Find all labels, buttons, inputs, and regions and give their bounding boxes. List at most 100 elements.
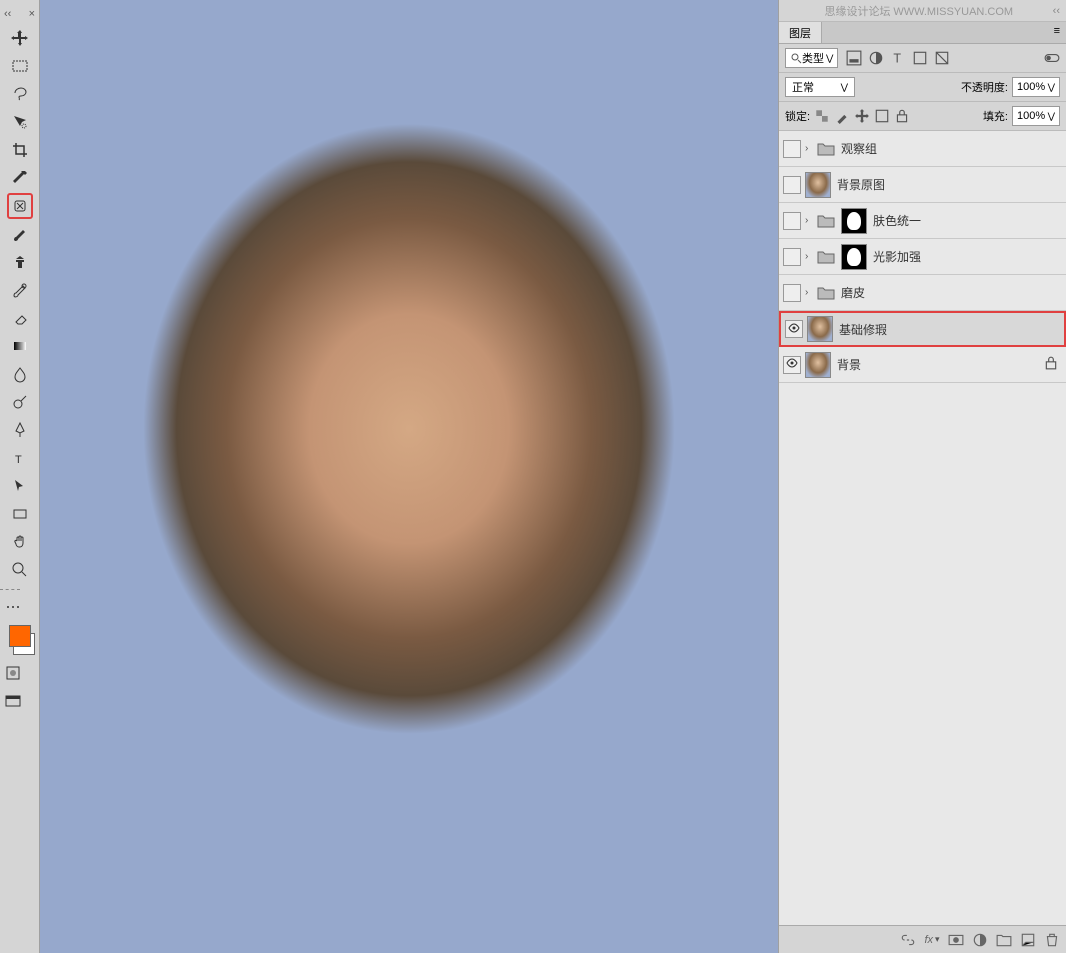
- brush-tool[interactable]: [7, 221, 33, 247]
- layer-name[interactable]: 基础修瑕: [839, 321, 1060, 338]
- tab-layers[interactable]: 图层: [779, 22, 822, 43]
- visibility-toggle[interactable]: [783, 212, 801, 230]
- lock-position-icon[interactable]: [854, 108, 870, 124]
- layer-row[interactable]: › 肤色统一: [779, 203, 1066, 239]
- folder-icon: [817, 214, 835, 228]
- layer-row[interactable]: › 磨皮: [779, 275, 1066, 311]
- new-layer-icon[interactable]: [1020, 932, 1036, 948]
- pen-tool[interactable]: [7, 417, 33, 443]
- visibility-toggle[interactable]: [783, 284, 801, 302]
- filter-pixel-icon[interactable]: [846, 50, 862, 66]
- layer-row[interactable]: › 观察组: [779, 131, 1066, 167]
- disclosure-icon[interactable]: ›: [805, 251, 815, 262]
- hand-tool[interactable]: [7, 529, 33, 555]
- eye-icon: [785, 356, 799, 373]
- layer-name[interactable]: 磨皮: [841, 284, 1062, 301]
- zoom-tool[interactable]: [7, 557, 33, 583]
- lock-transparency-icon[interactable]: [814, 108, 830, 124]
- visibility-toggle[interactable]: [783, 248, 801, 266]
- filter-type-icon[interactable]: T: [890, 50, 906, 66]
- folder-icon: [817, 250, 835, 264]
- layer-mask-thumbnail[interactable]: [841, 208, 867, 234]
- layer-mask-icon[interactable]: [948, 932, 964, 948]
- layer-thumbnail[interactable]: [805, 172, 831, 198]
- layer-name[interactable]: 观察组: [841, 140, 1062, 157]
- spot-healing-tool[interactable]: [7, 193, 33, 219]
- filter-type-select[interactable]: 类型 ⋁: [785, 48, 838, 68]
- eyedropper-tool[interactable]: [7, 165, 33, 191]
- layer-fx-icon[interactable]: fx▾: [924, 932, 940, 948]
- visibility-toggle[interactable]: [783, 140, 801, 158]
- chevron-down-icon: ⋁: [826, 53, 833, 64]
- lock-pixels-icon[interactable]: [834, 108, 850, 124]
- delete-layer-icon[interactable]: [1044, 932, 1060, 948]
- move-tool[interactable]: [7, 25, 33, 51]
- layer-thumbnail[interactable]: [805, 352, 831, 378]
- layer-name[interactable]: 肤色统一: [873, 212, 1062, 229]
- rectangle-tool[interactable]: [7, 501, 33, 527]
- layer-row[interactable]: 背景: [779, 347, 1066, 383]
- lock-row: 锁定: 填充: 100% ⋁: [779, 102, 1066, 131]
- quick-mask-tool[interactable]: [0, 660, 26, 686]
- new-group-icon[interactable]: [996, 932, 1012, 948]
- visibility-toggle[interactable]: [783, 176, 801, 194]
- svg-text:T: T: [894, 52, 902, 66]
- filter-smartobject-icon[interactable]: [934, 50, 950, 66]
- layer-filter-row: 类型 ⋁ T: [779, 44, 1066, 73]
- layer-row[interactable]: 基础修瑕: [779, 311, 1066, 347]
- folder-icon: [817, 142, 835, 156]
- color-swatches[interactable]: [0, 621, 39, 659]
- disclosure-icon[interactable]: ›: [805, 143, 815, 154]
- gradient-tool[interactable]: [7, 333, 33, 359]
- collapse-icon[interactable]: ‹‹: [4, 8, 11, 20]
- layer-name[interactable]: 光影加强: [873, 248, 1062, 265]
- chevron-down-icon: ⋁: [841, 82, 848, 93]
- filter-toggle-icon[interactable]: [1044, 50, 1060, 66]
- canvas-area[interactable]: [40, 0, 778, 953]
- lock-label: 锁定:: [785, 108, 810, 124]
- link-layers-icon[interactable]: [900, 932, 916, 948]
- canvas-image[interactable]: [40, 0, 778, 953]
- visibility-toggle[interactable]: [783, 356, 801, 374]
- blur-tool[interactable]: [7, 361, 33, 387]
- clone-stamp-tool[interactable]: [7, 249, 33, 275]
- svg-text:T: T: [15, 454, 22, 466]
- adjustment-layer-icon[interactable]: [972, 932, 988, 948]
- edit-toolbar-icon[interactable]: [0, 594, 26, 620]
- path-selection-tool[interactable]: [7, 473, 33, 499]
- visibility-toggle[interactable]: [785, 320, 803, 338]
- chevron-down-icon: ⋁: [1048, 82, 1055, 93]
- layer-name[interactable]: 背景原图: [837, 176, 1062, 193]
- eraser-tool[interactable]: [7, 305, 33, 331]
- rectangular-marquee-tool[interactable]: [7, 53, 33, 79]
- layer-row[interactable]: › 光影加强: [779, 239, 1066, 275]
- blend-mode-select[interactable]: 正常 ⋁: [785, 77, 855, 97]
- quick-selection-tool[interactable]: [7, 109, 33, 135]
- type-tool[interactable]: T: [7, 445, 33, 471]
- filter-shape-icon[interactable]: [912, 50, 928, 66]
- layer-thumbnail[interactable]: [807, 316, 833, 342]
- dodge-tool[interactable]: [7, 389, 33, 415]
- fill-input[interactable]: 100% ⋁: [1012, 106, 1060, 126]
- panel-menu-icon[interactable]: ≡: [1048, 22, 1066, 43]
- crop-tool[interactable]: [7, 137, 33, 163]
- search-icon: [790, 52, 802, 64]
- lock-artboard-icon[interactable]: [874, 108, 890, 124]
- history-brush-tool[interactable]: [7, 277, 33, 303]
- close-icon[interactable]: ×: [29, 8, 35, 20]
- watermark: 思缘设计论坛 WWW.MISSYUAN.COM: [825, 3, 1014, 19]
- layers-list: › 观察组 背景原图 › 肤色统一 › 光影加强 ›: [779, 131, 1066, 925]
- disclosure-icon[interactable]: ›: [805, 287, 815, 298]
- foreground-color[interactable]: [9, 625, 31, 647]
- lock-icon: [1044, 356, 1058, 373]
- filter-adjustment-icon[interactable]: [868, 50, 884, 66]
- collapse-panel-icon[interactable]: ‹‹: [1053, 5, 1060, 17]
- lasso-tool[interactable]: [7, 81, 33, 107]
- disclosure-icon[interactable]: ›: [805, 215, 815, 226]
- layer-row[interactable]: 背景原图: [779, 167, 1066, 203]
- lock-all-icon[interactable]: [894, 108, 910, 124]
- layer-name[interactable]: 背景: [837, 356, 1044, 373]
- opacity-input[interactable]: 100% ⋁: [1012, 77, 1060, 97]
- layer-mask-thumbnail[interactable]: [841, 244, 867, 270]
- screen-mode-tool[interactable]: [0, 688, 26, 714]
